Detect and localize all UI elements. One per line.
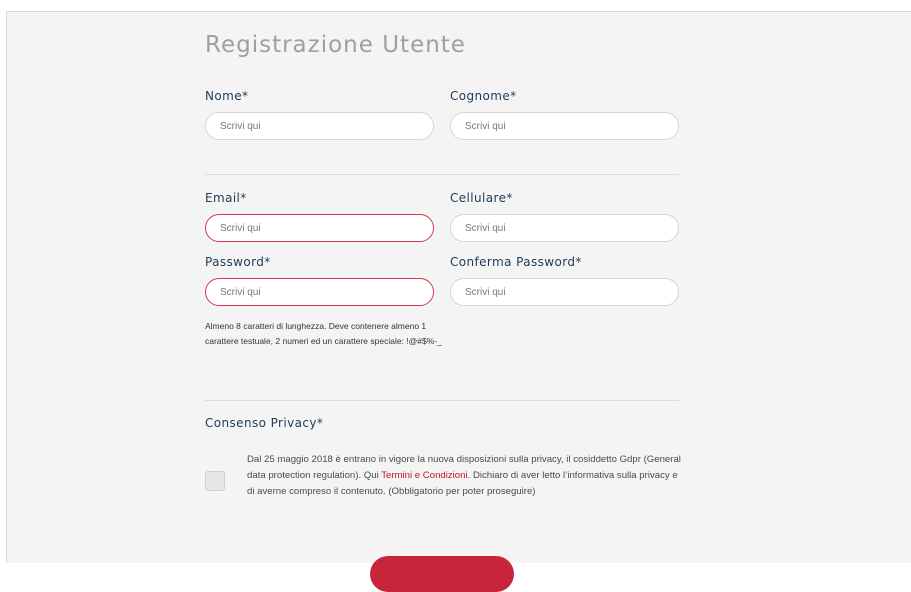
cellulare-label: Cellulare* — [450, 191, 513, 205]
conferma-password-input[interactable] — [450, 278, 679, 306]
cognome-input[interactable] — [450, 112, 679, 140]
email-input[interactable] — [205, 214, 434, 242]
submit-button[interactable] — [370, 556, 514, 592]
registration-form-panel: Registrazione Utente Nome* Cognome* Emai… — [6, 11, 911, 592]
password-input[interactable] — [205, 278, 434, 306]
conferma-password-label: Conferma Password* — [450, 255, 582, 269]
section-divider — [205, 400, 679, 401]
cellulare-input[interactable] — [450, 214, 679, 242]
section-divider — [205, 174, 679, 175]
nome-input[interactable] — [205, 112, 434, 140]
terms-link[interactable]: Termini e Condizioni — [381, 470, 467, 481]
email-label: Email* — [205, 191, 247, 205]
password-hint: Almeno 8 caratteri di lunghezza. Deve co… — [205, 321, 442, 346]
privacy-text: Dal 25 maggio 2018 è entrano in vigore l… — [247, 452, 683, 500]
privacy-checkbox[interactable] — [205, 471, 225, 491]
page-title: Registrazione Utente — [205, 32, 466, 58]
cognome-label: Cognome* — [450, 89, 517, 103]
password-label: Password* — [205, 255, 271, 269]
nome-label: Nome* — [205, 89, 249, 103]
privacy-label: Consenso Privacy* — [205, 416, 324, 430]
